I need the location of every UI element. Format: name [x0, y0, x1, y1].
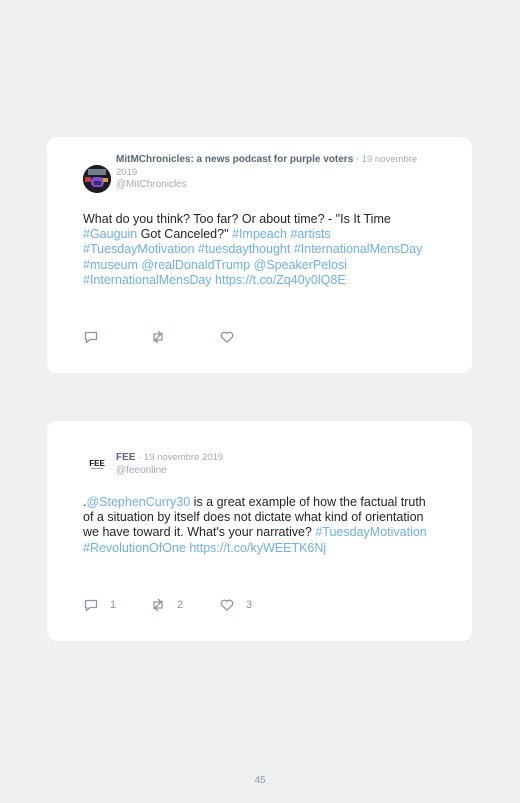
- tweet-link[interactable]: #InternationalMensDay: [294, 242, 423, 256]
- tweet-header: MitMChronicles: a news podcast for purpl…: [116, 154, 432, 192]
- tweet-date[interactable]: 19 novembre 2019: [144, 452, 223, 463]
- like-button[interactable]: [219, 329, 246, 345]
- reply-count: 1: [110, 599, 117, 611]
- tweet-body: What do you think? Too far? Or about tim…: [83, 212, 435, 288]
- retweet-icon: [153, 598, 163, 612]
- reply-button[interactable]: 1: [83, 597, 116, 613]
- tweet-link[interactable]: @StephenCurry30: [86, 495, 190, 509]
- tweet-link[interactable]: #TuesdayMotivation: [83, 242, 194, 256]
- avatar[interactable]: [83, 165, 111, 193]
- like-count: 3: [246, 599, 253, 611]
- page-number: 45: [254, 775, 266, 786]
- tweet-header: FEE · 19 novembre 2019 @feeonline: [116, 452, 432, 477]
- tweet-text: Got Canceled?": [137, 227, 232, 242]
- heart-icon: [220, 599, 234, 611]
- like-button[interactable]: 3: [219, 597, 252, 613]
- retweet-count: 2: [177, 599, 184, 611]
- author-handle[interactable]: @feeonline: [116, 465, 432, 478]
- author-name[interactable]: MitMChronicles: a news podcast for purpl…: [116, 154, 353, 165]
- tweet-body: .@StephenCurry30 is a great example of h…: [83, 495, 435, 556]
- retweet-button[interactable]: [150, 329, 177, 345]
- tweet-card: FEE FEE · 19 novembre 2019 @feeonline .@…: [47, 421, 472, 641]
- tweet-link[interactable]: #Gauguin: [83, 227, 137, 241]
- tweet-link[interactable]: #InternationalMensDay: [83, 273, 212, 287]
- tweet-card: MitMChronicles: a news podcast for purpl…: [47, 137, 472, 373]
- tweet-link[interactable]: https://t.co/kyWEETK6Nj: [189, 541, 326, 555]
- retweet-icon: [153, 330, 163, 344]
- tweet-link[interactable]: @realDonaldTrump: [141, 258, 250, 272]
- tweet-link[interactable]: #Impeach: [232, 227, 287, 241]
- tweet-link[interactable]: #artists: [290, 227, 330, 241]
- reply-icon: [84, 331, 98, 344]
- reply-button[interactable]: [83, 329, 110, 345]
- tweet-link[interactable]: #RevolutionOfOne: [83, 541, 186, 555]
- tweet-link[interactable]: #TuesdayMotivation: [315, 525, 426, 539]
- tweet-text: What do you think? Too far? Or about tim…: [83, 212, 391, 226]
- tweet-link[interactable]: https://t.co/Zq40y0lQ8E: [215, 273, 346, 287]
- tweet-link[interactable]: @SpeakerPelosi: [254, 258, 347, 272]
- avatar[interactable]: FEE: [83, 450, 111, 478]
- reply-icon: [84, 599, 98, 612]
- separator: ·: [135, 452, 144, 463]
- author-name[interactable]: FEE: [116, 452, 135, 463]
- author-handle[interactable]: @MitChronicles: [116, 179, 432, 192]
- tweet-link[interactable]: #tuesdaythought: [198, 242, 290, 256]
- avatar-logo-text: FEE: [89, 459, 105, 468]
- tweet-link[interactable]: #museum: [83, 258, 138, 272]
- heart-icon: [220, 331, 234, 343]
- separator: ·: [353, 154, 362, 165]
- retweet-button[interactable]: 2: [150, 597, 183, 613]
